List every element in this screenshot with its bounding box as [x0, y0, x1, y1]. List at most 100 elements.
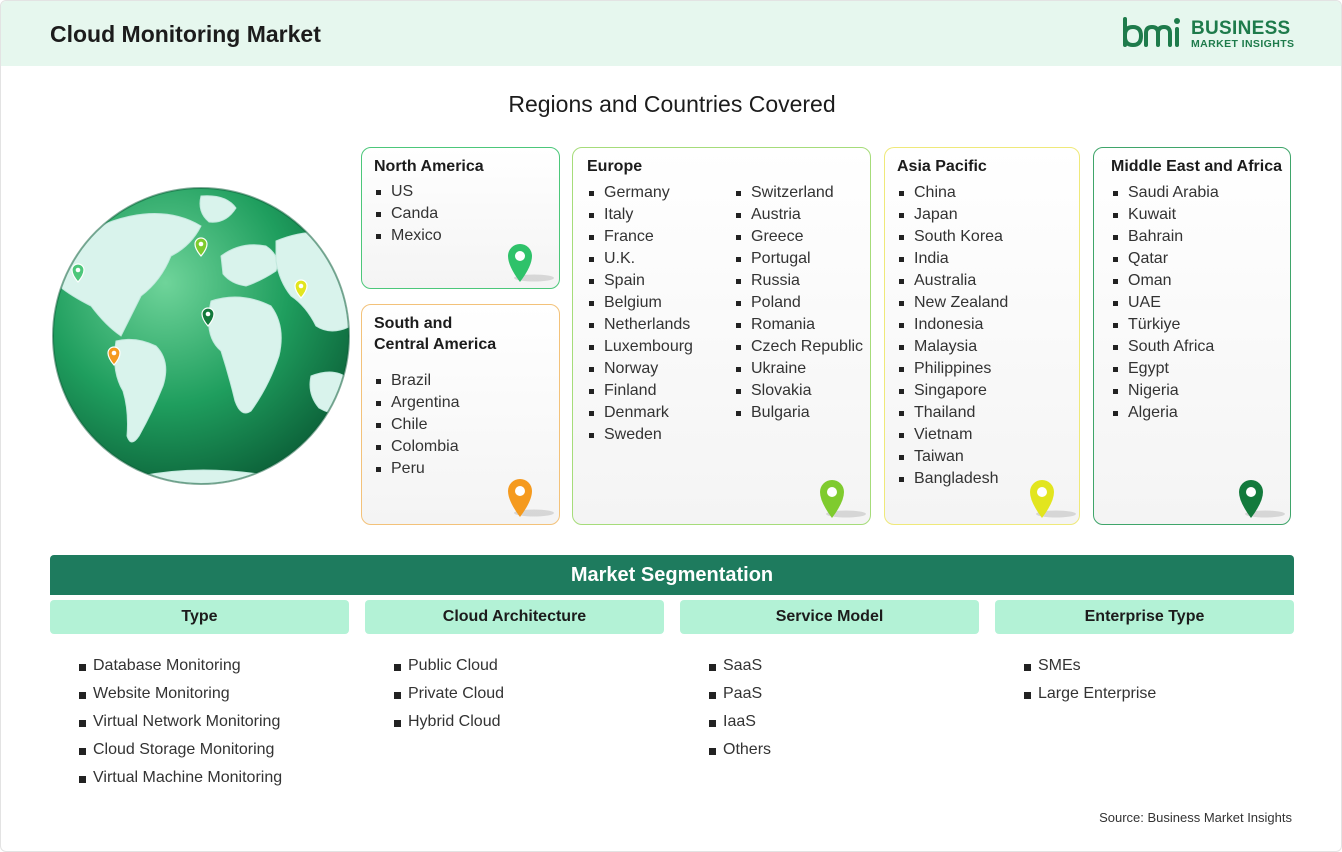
list-item: Spain: [587, 270, 693, 292]
page-title: Cloud Monitoring Market: [50, 21, 321, 47]
list-item: Egypt: [1111, 358, 1219, 380]
map-pin-icon: [1239, 480, 1285, 518]
map-pin-icon: [820, 480, 866, 518]
region-card-europe: Europe Germany Italy France U.K. Spain B…: [572, 147, 871, 525]
region-card-north-america: North America US Canda Mexico: [361, 147, 560, 289]
list-item: Nigeria: [1111, 380, 1219, 402]
list-item: Oman: [1111, 270, 1219, 292]
regions-title: Regions and Countries Covered: [508, 91, 836, 117]
list-item: Japan: [897, 204, 1008, 226]
segment-heading-cloud-architecture: Cloud Architecture: [365, 600, 664, 634]
list-item: Czech Republic: [734, 336, 863, 358]
list-item: India: [897, 248, 1008, 270]
list-item: Virtual Network Monitoring: [79, 708, 282, 736]
list-item: Malaysia: [897, 336, 1008, 358]
region-card-asia-pacific: Asia Pacific China Japan South Korea Ind…: [884, 147, 1080, 525]
list-item: Finland: [587, 380, 693, 402]
logo-wordmark: BUSINESS: [1191, 18, 1291, 39]
list-item: Indonesia: [897, 314, 1008, 336]
region-list-asia-pacific: China Japan South Korea India Australia …: [897, 182, 1008, 490]
list-item: Netherlands: [587, 314, 693, 336]
region-list-europe-col1: Germany Italy France U.K. Spain Belgium …: [587, 182, 693, 446]
segment-list-cloud-architecture: Public Cloud Private Cloud Hybrid Cloud: [394, 652, 504, 736]
source-note: Source: Business Market Insights: [1099, 810, 1292, 825]
list-item: Luxembourg: [587, 336, 693, 358]
segment-list-type: Database Monitoring Website Monitoring V…: [79, 652, 282, 792]
list-item: Philippines: [897, 358, 1008, 380]
list-item: Austria: [734, 204, 863, 226]
list-item: Türkiye: [1111, 314, 1219, 336]
list-item: Russia: [734, 270, 863, 292]
segment-list-enterprise-type: SMEs Large Enterprise: [1024, 652, 1156, 708]
list-item: Bangladesh: [897, 468, 1008, 490]
region-list-north-america: US Canda Mexico: [374, 181, 442, 247]
list-item: Thailand: [897, 402, 1008, 424]
segment-heading-enterprise-type: Enterprise Type: [995, 600, 1294, 634]
list-item: Qatar: [1111, 248, 1219, 270]
list-item: Sweden: [587, 424, 693, 446]
map-pin-icon: [508, 479, 554, 517]
segment-list-service-model: SaaS PaaS IaaS Others: [709, 652, 771, 764]
list-item: Switzerland: [734, 182, 863, 204]
segment-heading-type: Type: [50, 600, 349, 634]
list-item: Virtual Machine Monitoring: [79, 764, 282, 792]
list-item: Singapore: [897, 380, 1008, 402]
list-item: Mexico: [374, 225, 442, 247]
region-card-south-central-america: South and Central America Brazil Argentin…: [361, 304, 560, 525]
list-item: Germany: [587, 182, 693, 204]
bmi-logo-icon: [1123, 17, 1180, 48]
list-item: Public Cloud: [394, 652, 504, 680]
list-item: Canda: [374, 203, 442, 225]
map-pin-icon: [508, 244, 554, 282]
list-item: Cloud Storage Monitoring: [79, 736, 282, 764]
list-item: Peru: [374, 458, 460, 480]
header-bar: Cloud Monitoring Market BUSINESS MARKET …: [1, 1, 1341, 66]
region-title-south-central-america: South and Central America: [374, 315, 497, 353]
list-item: Others: [709, 736, 771, 764]
list-item: IaaS: [709, 708, 771, 736]
list-item: Argentina: [374, 392, 460, 414]
list-item: Norway: [587, 358, 693, 380]
list-item: Poland: [734, 292, 863, 314]
list-item: New Zealand: [897, 292, 1008, 314]
list-item: Belgium: [587, 292, 693, 314]
region-title-europe: Europe: [587, 158, 643, 175]
region-card-middle-east-africa: Middle East and Africa Saudi Arabia Kuwa…: [1093, 147, 1291, 525]
list-item: Ukraine: [734, 358, 863, 380]
market-segmentation-bar: Market Segmentation: [50, 555, 1294, 595]
logo-tagline: MARKET INSIGHTS: [1191, 38, 1295, 50]
list-item: Kuwait: [1111, 204, 1219, 226]
list-item: Romania: [734, 314, 863, 336]
list-item: Bahrain: [1111, 226, 1219, 248]
list-item: SMEs: [1024, 652, 1156, 680]
region-title-middle-east-africa: Middle East and Africa: [1111, 158, 1282, 175]
list-item: PaaS: [709, 680, 771, 708]
list-item: Vietnam: [897, 424, 1008, 446]
list-item: Slovakia: [734, 380, 863, 402]
infographic-frame: Cloud Monitoring Market BUSINESS MARKET …: [0, 0, 1342, 852]
region-list-south-central-america: Brazil Argentina Chile Colombia Peru: [374, 370, 460, 480]
list-item: Hybrid Cloud: [394, 708, 504, 736]
region-title-north-america: North America: [374, 158, 484, 175]
list-item: France: [587, 226, 693, 248]
region-list-europe-col2: Switzerland Austria Greece Portugal Russ…: [734, 182, 863, 424]
list-item: U.K.: [587, 248, 693, 270]
list-item: Taiwan: [897, 446, 1008, 468]
region-title-asia-pacific: Asia Pacific: [897, 158, 987, 175]
list-item: South Africa: [1111, 336, 1219, 358]
list-item: Website Monitoring: [79, 680, 282, 708]
list-item: Colombia: [374, 436, 460, 458]
list-item: Italy: [587, 204, 693, 226]
segment-heading-service-model: Service Model: [680, 600, 979, 634]
list-item: Database Monitoring: [79, 652, 282, 680]
list-item: Brazil: [374, 370, 460, 392]
list-item: China: [897, 182, 1008, 204]
list-item: Bulgaria: [734, 402, 863, 424]
region-list-middle-east-africa: Saudi Arabia Kuwait Bahrain Qatar Oman U…: [1111, 182, 1219, 424]
list-item: SaaS: [709, 652, 771, 680]
list-item: Denmark: [587, 402, 693, 424]
list-item: Greece: [734, 226, 863, 248]
list-item: US: [374, 181, 442, 203]
list-item: Portugal: [734, 248, 863, 270]
map-pin-icon: [1030, 480, 1076, 518]
